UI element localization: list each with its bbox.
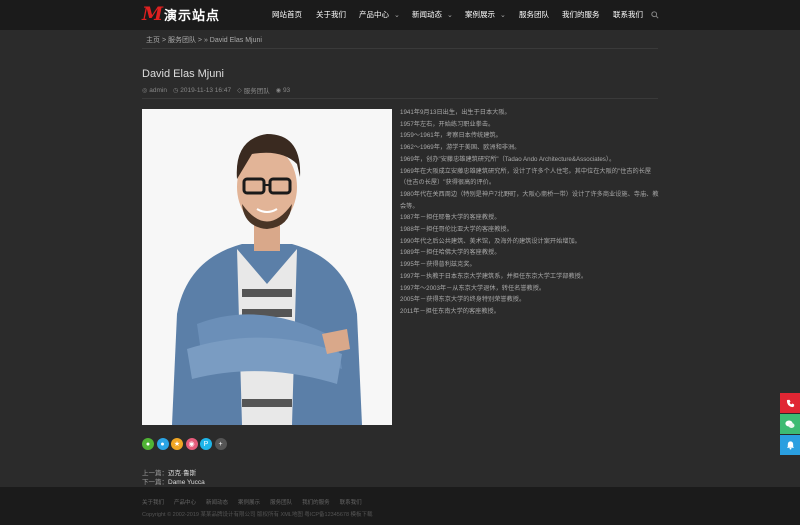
tag-icon: ◇ (237, 87, 242, 94)
prev-article: 上一篇：迈克·鲁斯 (142, 470, 197, 477)
qzone-icon[interactable]: ★ (171, 438, 183, 450)
qq-icon[interactable]: ● (156, 438, 169, 450)
bio-line: 1957年左右，开始练习职业拳击。 (400, 120, 495, 128)
category[interactable]: 服务团队 (244, 85, 270, 95)
divider (142, 98, 658, 99)
site-name: 演示站点 (164, 8, 221, 23)
bio-line: 1997年－执教于日本东京大学建筑系，并担任东京大学工学部教授。 (400, 272, 588, 280)
divider (142, 48, 658, 49)
phone-icon (786, 399, 794, 407)
prev-next-nav: 上一篇：迈克·鲁斯 下一篇：Dame Yucca (142, 469, 205, 487)
bell-button[interactable] (780, 435, 800, 455)
bio-line: 2005年－获得东京大学的终身特别荣誉教授。 (400, 296, 526, 304)
share-bar: ● ● ★ ◉ P + (142, 438, 229, 450)
breadcrumb[interactable]: 主页 > 服务团队 > » David Elas Mjuni (146, 35, 262, 45)
bio-line: 1959～1961年，考察日本传统建筑。 (400, 132, 502, 140)
next-link[interactable]: Dame Yucca (168, 479, 205, 486)
publish-date: 2019-11-13 16:47 (180, 86, 232, 94)
eye-icon: ◉ (275, 87, 281, 94)
next-article: 下一篇：Dame Yucca (142, 479, 205, 486)
footer-link[interactable]: 关于我们 (142, 498, 164, 506)
article-meta: ◎ admin ◷ 2019-11-13 16:47 ◇ 服务团队 ◉ 93 (142, 85, 291, 96)
nav-home[interactable]: 网站首页 (272, 0, 302, 30)
bio-line: 1987年－担任耶鲁大学的客座教授。 (400, 214, 501, 222)
copyright: Copyright © 2002-2019 某某品牌设计有限公司 版权所有 XM… (142, 512, 373, 518)
prev-link[interactable]: 迈克·鲁斯 (168, 470, 196, 477)
nav-about[interactable]: 关于我们 (316, 0, 346, 30)
wechat-icon (785, 420, 795, 428)
nav-products[interactable]: 产品中心 ⌄ (359, 0, 400, 31)
bio-line: 1988年－担任哥伦比亚大学的客座教授。 (400, 226, 513, 234)
chevron-down-icon: ⌄ (394, 12, 400, 19)
nav-cases[interactable]: 案例展示 ⌄ (465, 0, 506, 31)
nav-contact[interactable]: 联系我们 (613, 0, 643, 30)
bio-line: 1962～1969年，游学于美国、欧洲和非洲。 (400, 144, 521, 152)
bio-line: 1941年9月13日出生，出生于日本大阪。 (400, 109, 511, 116)
bell-icon (786, 441, 794, 450)
view-count: 93 (282, 86, 291, 94)
bio-line: 1989年－担任哈佛大学的客座教授。 (400, 249, 501, 257)
site-logo[interactable]: M 演示站点 (142, 5, 220, 24)
bio-line: 1969年，创办"安藤忠雄建筑研究所"（Tadao Ando Architect… (400, 155, 616, 163)
site-footer (0, 487, 800, 525)
footer-link[interactable]: 联系我们 (340, 498, 362, 506)
person-illustration (142, 109, 392, 425)
bio-line: 1980年代在关西周边（特别是神户7北野町，大阪心斋桥一带）设计了许多商业设施、… (400, 190, 659, 210)
nav-news[interactable]: 新闻动态 ⌄ (412, 0, 453, 31)
footer-link[interactable]: 产品中心 (174, 498, 196, 506)
chevron-down-icon: ⌄ (500, 12, 506, 19)
footer-links: 关于我们 产品中心 新闻动态 案例展示 服务团队 我们的服务 联系我们 (142, 498, 372, 506)
author: admin (149, 86, 167, 94)
footer-link[interactable]: 服务团队 (270, 498, 292, 506)
bio-line: 1969年在大阪成立安藤忠雄建筑研究所，设计了许多个人住宅。其中位在大阪的"住吉… (400, 167, 652, 187)
profile-photo (142, 109, 392, 425)
wechat-button[interactable] (780, 414, 800, 434)
bio-line: 1990年代之后公共建筑、美术馆，及海外的建筑设计案开始增加。 (400, 237, 581, 245)
page-title: David Elas Mjuni (142, 68, 224, 80)
logo-mark: M (142, 3, 164, 25)
footer-link[interactable]: 我们的服务 (302, 498, 330, 506)
footer-link[interactable]: 新闻动态 (206, 498, 228, 506)
chevron-down-icon: ⌄ (447, 12, 453, 19)
phone-button[interactable] (780, 393, 800, 413)
douban-icon[interactable]: P (200, 438, 212, 450)
nav-team[interactable]: 服务团队 (519, 0, 549, 30)
bio-line: 2011年－担任东南大学的客座教授。 (400, 307, 500, 315)
wechat-icon[interactable]: ● (142, 438, 154, 450)
footer-link[interactable]: 案例展示 (238, 498, 260, 506)
weibo-icon[interactable]: ◉ (185, 438, 198, 450)
search-icon[interactable] (651, 11, 659, 19)
more-icon[interactable]: + (214, 438, 227, 450)
site-header: M 演示站点 网站首页 关于我们 产品中心 ⌄ 新闻动态 ⌄ 案例展示 ⌄ 服务团队 … (0, 0, 800, 30)
bio-line: 1997年～2003年－从东京大学退休，转任名誉教授。 (400, 284, 546, 292)
bio-text: 1941年9月13日出生，出生于日本大阪。 1957年左右，开始练习职业拳击。 … (400, 107, 662, 318)
nav-services[interactable]: 我们的服务 (562, 0, 600, 30)
user-icon: ◎ (142, 87, 148, 94)
bio-line: 1995年－获得普利兹克奖。 (400, 261, 476, 269)
clock-icon: ◷ (172, 87, 179, 94)
